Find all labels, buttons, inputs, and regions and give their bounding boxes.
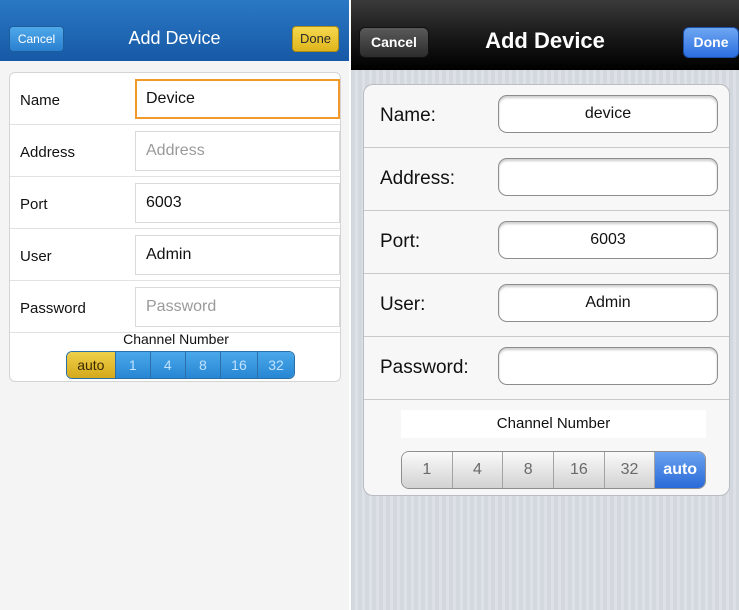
port-label: Port: xyxy=(380,231,421,252)
address-field[interactable] xyxy=(498,158,718,196)
done-button[interactable]: Done xyxy=(683,27,739,58)
channel-number-label: Channel Number xyxy=(123,331,229,347)
password-label: Password: xyxy=(380,357,469,378)
address-row: Address: xyxy=(364,148,729,211)
navigation-bar: Cancel Add Device Done xyxy=(0,0,349,61)
channel-option-1[interactable]: 1 xyxy=(114,352,150,378)
channel-option-auto[interactable]: auto xyxy=(654,452,705,488)
user-field[interactable]: Admin xyxy=(498,284,718,322)
port-row: Port 6003 xyxy=(10,177,340,229)
address-field[interactable]: Address xyxy=(135,131,340,171)
channel-number-segmented-control: auto 1 4 8 16 32 xyxy=(66,351,295,379)
channel-option-32[interactable]: 32 xyxy=(603,452,655,488)
channel-option-4[interactable]: 4 xyxy=(451,452,503,488)
channel-option-8[interactable]: 8 xyxy=(502,452,554,488)
user-row: User Admin xyxy=(10,229,340,281)
device-form: Name Device Address Address Port 6003 Us… xyxy=(9,72,341,382)
address-label: Address: xyxy=(380,168,455,189)
name-label: Name: xyxy=(380,105,436,126)
user-label: User: xyxy=(380,294,426,315)
address-label: Address xyxy=(20,144,76,161)
port-row: Port: 6003 xyxy=(364,211,729,274)
done-button[interactable]: Done xyxy=(292,26,339,52)
password-field[interactable] xyxy=(498,347,718,385)
page-title: Add Device xyxy=(485,28,605,53)
device-form: Name: device Address: Port: 6003 User: A… xyxy=(363,84,730,496)
channel-number-segmented-control: 1 4 8 16 32 auto xyxy=(401,451,706,489)
port-field[interactable]: 6003 xyxy=(135,183,340,223)
channel-option-32[interactable]: 32 xyxy=(256,352,294,378)
channel-option-16[interactable]: 16 xyxy=(219,352,257,378)
channel-option-auto[interactable]: auto xyxy=(67,352,115,378)
name-field[interactable]: Device xyxy=(135,79,340,119)
password-field[interactable]: Password xyxy=(135,287,340,327)
channel-option-8[interactable]: 8 xyxy=(184,352,220,378)
name-field[interactable]: device xyxy=(498,95,718,133)
navigation-bar: Cancel Add Device Done xyxy=(351,0,739,70)
password-label: Password xyxy=(20,300,86,317)
name-row: Name: device xyxy=(364,85,729,148)
name-label: Name xyxy=(20,92,61,109)
channel-option-4[interactable]: 4 xyxy=(149,352,185,378)
user-label: User xyxy=(20,248,52,265)
user-field[interactable]: Admin xyxy=(135,235,340,275)
channel-option-1[interactable]: 1 xyxy=(402,452,452,488)
left-screen: Cancel Add Device Done Name Device Addre… xyxy=(0,0,349,610)
channel-option-16[interactable]: 16 xyxy=(553,452,604,488)
name-row: Name Device xyxy=(10,73,340,125)
port-field[interactable]: 6003 xyxy=(498,221,718,259)
right-screen: Cancel Add Device Done Name: device Addr… xyxy=(351,0,739,610)
user-row: User: Admin xyxy=(364,274,729,337)
password-row: Password Password xyxy=(10,281,340,333)
port-label: Port xyxy=(20,196,48,213)
address-row: Address Address xyxy=(10,125,340,177)
channel-number-label: Channel Number xyxy=(401,410,706,438)
password-row: Password: xyxy=(364,337,729,400)
